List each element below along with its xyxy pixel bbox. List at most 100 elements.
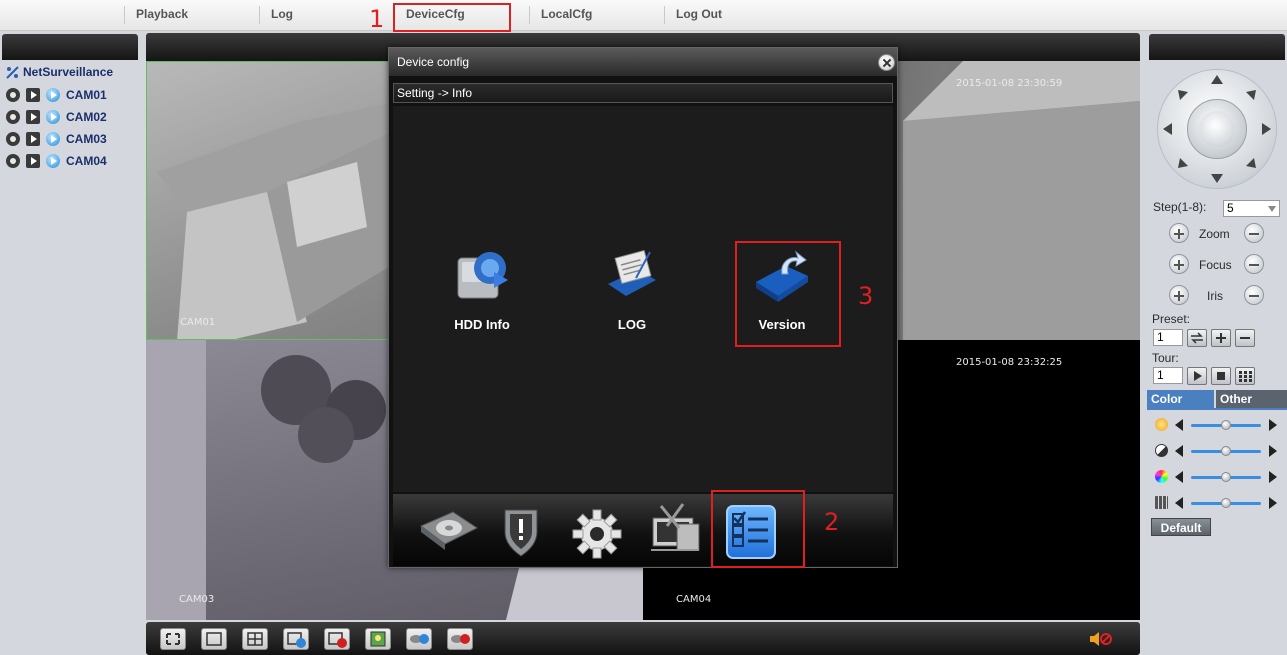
network-icon [6,65,19,79]
tour-grid-button[interactable] [1235,367,1255,385]
quad-view-button[interactable] [242,628,268,650]
menu-logout[interactable]: Log Out [676,7,722,21]
tree-root[interactable]: NetSurveillance [6,65,113,79]
focus-far-button[interactable] [1244,254,1264,274]
step-select[interactable]: 5 [1223,200,1280,217]
preset-add-button[interactable] [1211,329,1231,347]
single-view-icon [206,632,222,646]
plus-icon [1216,333,1226,343]
ptz-center-button[interactable] [1199,111,1235,147]
connect-icon[interactable] [46,88,60,102]
iris-open-button[interactable] [1169,285,1189,305]
preset-remove-button[interactable] [1235,329,1255,347]
record-config-icon[interactable] [417,504,481,556]
panel-header [1149,34,1285,60]
open-all-icon [287,632,306,648]
management-tools-icon[interactable] [647,500,705,556]
decrease-arrow-icon[interactable] [1175,471,1183,483]
decrease-arrow-icon[interactable] [1175,445,1183,457]
preset-goto-button[interactable] [1187,329,1207,347]
system-setting-icon[interactable] [571,508,623,560]
hue-icon [1155,496,1168,509]
play-icon[interactable] [26,110,40,124]
menu-log[interactable]: Log [271,7,293,21]
record-icon[interactable] [6,154,20,168]
tab-color[interactable]: Color [1147,390,1214,408]
breadcrumb: Setting -> Info [393,83,893,103]
camera-row-cam04[interactable]: CAM04 [6,154,107,168]
play-icon[interactable] [26,88,40,102]
camera-row-cam03[interactable]: CAM03 [6,132,107,146]
tile-camera-label: CAM03 [179,594,215,605]
increase-arrow-icon[interactable] [1269,419,1277,431]
tile-camera-label: CAM04 [676,594,712,605]
ptz-joystick[interactable] [1158,70,1276,188]
slider-knob[interactable] [1221,446,1231,456]
camera-row-cam01[interactable]: CAM01 [6,88,107,102]
menu-separator [529,6,530,24]
close-all-button[interactable] [324,628,350,650]
record-icon[interactable] [6,88,20,102]
hue-slider[interactable] [1155,495,1281,511]
stop-record-button[interactable] [447,628,473,650]
menu-localcfg[interactable]: LocalCfg [541,7,592,21]
slider-knob[interactable] [1221,472,1231,482]
camera-row-cam02[interactable]: CAM02 [6,110,107,124]
system-info-icon[interactable] [723,504,779,562]
tour-input[interactable]: 1 [1153,367,1183,384]
connect-icon[interactable] [46,110,60,124]
connect-icon[interactable] [46,154,60,168]
increase-arrow-icon[interactable] [1269,471,1277,483]
close-all-icon [328,632,347,648]
preset-input[interactable]: 1 [1153,329,1183,346]
record-all-icon [410,634,429,644]
connect-icon[interactable] [46,132,60,146]
brightness-slider[interactable] [1155,417,1281,433]
play-icon[interactable] [26,154,40,168]
open-all-button[interactable] [283,628,309,650]
slider-knob[interactable] [1221,498,1231,508]
increase-arrow-icon[interactable] [1269,445,1277,457]
device-tree-panel: NetSurveillance CAM01 CAM02 CAM03 CAM04 [0,33,140,655]
tour-play-button[interactable] [1187,367,1207,385]
tab-other[interactable]: Other [1216,390,1287,408]
increase-arrow-icon[interactable] [1269,497,1277,509]
record-icon[interactable] [6,132,20,146]
brightness-icon [1155,418,1168,431]
arrow-down-icon [1211,174,1223,183]
slider-knob[interactable] [1221,420,1231,430]
log-icon [608,249,656,296]
zoom-in-button[interactable] [1169,223,1189,243]
ptz-center-ring[interactable] [1187,99,1247,159]
contrast-slider[interactable] [1155,443,1281,459]
focus-near-button[interactable] [1169,254,1189,274]
snapshot-button[interactable] [365,628,391,650]
fullscreen-icon [166,633,180,645]
hdd-info-item[interactable]: HDD Info [422,244,542,332]
decrease-arrow-icon[interactable] [1175,419,1183,431]
zoom-label: Zoom [1199,227,1230,241]
close-icon[interactable] [878,54,895,71]
tour-stop-button[interactable] [1211,367,1231,385]
play-icon[interactable] [26,132,40,146]
annotation-2: 2 [824,508,840,536]
decrease-arrow-icon[interactable] [1175,497,1183,509]
arrow-down-left-icon [1178,158,1188,168]
zoom-out-button[interactable] [1244,223,1264,243]
log-item[interactable]: LOG [572,244,692,332]
fullscreen-button[interactable] [160,628,186,650]
menu-playback[interactable]: Playback [136,7,188,21]
video-toolbar [146,622,1140,655]
saturation-slider[interactable] [1155,469,1281,485]
single-view-button[interactable] [201,628,227,650]
top-menu-bar: Playback Log DeviceCfg LocalCfg Log Out [0,0,1287,31]
default-button[interactable]: Default [1151,518,1211,536]
iris-close-button[interactable] [1244,285,1264,305]
mute-audio-icon[interactable] [1088,630,1114,648]
record-icon[interactable] [6,110,20,124]
record-all-button[interactable] [406,628,432,650]
arrow-down-right-icon [1246,158,1256,168]
arrow-right-icon [1262,123,1271,135]
quad-view-icon [247,632,263,646]
alarm-config-icon[interactable] [497,504,545,558]
